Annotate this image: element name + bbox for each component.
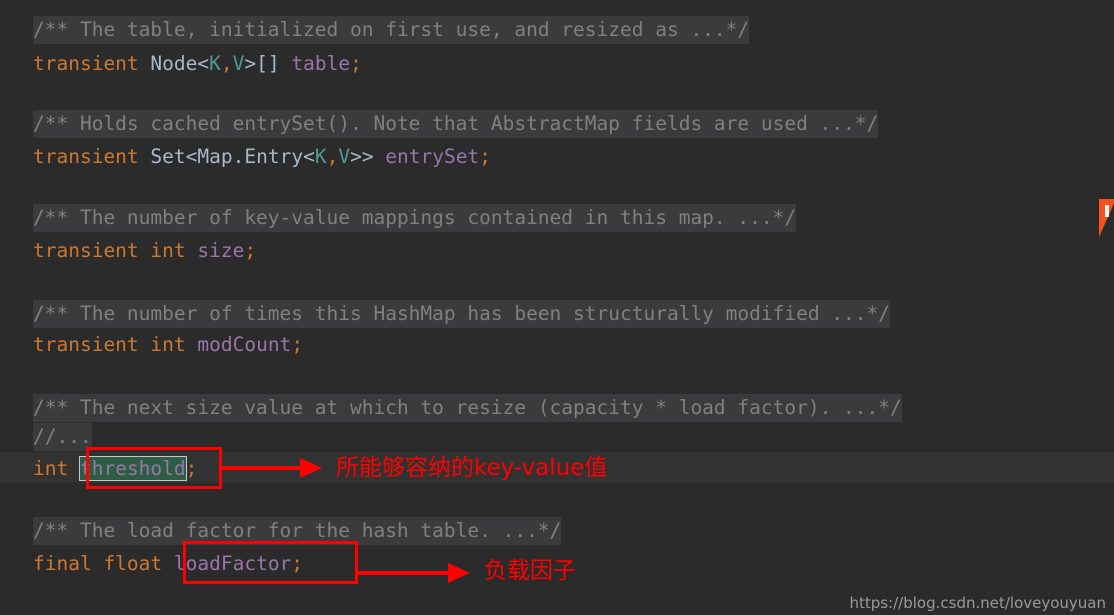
type-node: Node <box>150 52 198 75</box>
annotation-arrow-head-threshold <box>300 458 322 478</box>
keyword-final: final <box>33 552 92 575</box>
comma: , <box>220 52 233 75</box>
angle-open: < <box>197 52 210 75</box>
watermark-url: https://blog.csdn.net/loveyouyuan <box>849 594 1106 612</box>
annotation-arrow-line-threshold <box>222 466 304 470</box>
annotation-box-loadfactor <box>183 541 358 584</box>
code-line-comment-loadfactor[interactable]: /** The load factor for the hash table. … <box>0 515 1114 546</box>
semicolon: ; <box>350 52 362 75</box>
annotation-label-loadfactor: 负载因子 <box>484 558 576 584</box>
annotation-arrow-head-loadfactor <box>448 563 470 583</box>
generic-k: K <box>209 52 221 75</box>
semicolon: ; <box>291 333 304 356</box>
keyword-transient: transient <box>33 52 139 75</box>
folded-comment-chip[interactable]: /** The number of times this HashMap has… <box>33 300 891 328</box>
annotation-arrow-line-loadfactor <box>358 571 452 575</box>
keyword-int: int <box>33 457 69 480</box>
inline-comment[interactable]: //... <box>33 423 92 451</box>
annotation-label-threshold: 所能够容纳的key-value值 <box>336 455 608 481</box>
code-line-comment-entryset[interactable]: /** Holds cached entrySet(). Note that A… <box>0 108 1114 139</box>
type-map-entry: Map.Entry <box>197 145 304 168</box>
keyword-int: int <box>138 239 186 262</box>
keyword-transient: transient <box>33 239 139 262</box>
code-line-comment-table[interactable]: /** The table, initialized on first use,… <box>0 14 1114 45</box>
angle-close: > <box>244 52 257 75</box>
keyword-transient: transient <box>33 145 139 168</box>
angle-open: < <box>185 145 198 168</box>
folded-comment-chip[interactable]: /** The next size value at which to resi… <box>33 394 902 422</box>
code-content[interactable]: /** The table, initialized on first use,… <box>0 0 1114 615</box>
annotation-box-threshold <box>86 447 222 489</box>
generic-v: V <box>338 145 351 168</box>
angle-close: >> <box>350 145 374 168</box>
code-line-field-modcount[interactable]: transient int modCount; <box>0 329 1114 360</box>
code-line-field-size[interactable]: transient int size; <box>0 235 1114 266</box>
code-line-comment-size[interactable]: /** The number of key-value mappings con… <box>0 202 1114 233</box>
semicolon: ; <box>479 145 491 168</box>
generic-k: K <box>314 145 327 168</box>
angle-open-inner: < <box>303 145 315 168</box>
type-set: Set <box>150 145 186 168</box>
code-line-comment-modcount[interactable]: /** The number of times this HashMap has… <box>0 298 1114 329</box>
keyword-int: int <box>138 333 186 356</box>
field-entryset: entrySet <box>373 145 480 168</box>
comma: , <box>326 145 339 168</box>
field-size: size <box>185 239 245 262</box>
code-line-field-table[interactable]: transient Node<K,V>[] table; <box>0 48 1114 79</box>
field-modcount: modCount <box>185 333 292 356</box>
code-editor-screenshot: /** The table, initialized on first use,… <box>0 0 1114 615</box>
keyword-transient: transient <box>33 333 139 356</box>
folded-comment-chip[interactable]: /** The table, initialized on first use,… <box>33 16 750 44</box>
code-line-comment-threshold[interactable]: /** The next size value at which to resi… <box>0 392 1114 423</box>
folded-comment-chip[interactable]: /** Holds cached entrySet(). Note that A… <box>33 110 879 138</box>
keyword-float: float <box>91 552 163 575</box>
code-line-field-entryset[interactable]: transient Set<Map.Entry<K,V>> entrySet; <box>0 141 1114 172</box>
generic-v: V <box>232 52 245 75</box>
folded-comment-chip[interactable]: /** The number of key-value mappings con… <box>33 204 797 232</box>
field-table: table <box>279 52 351 75</box>
edge-marker-notch-icon <box>1105 205 1109 217</box>
semicolon: ; <box>244 239 257 262</box>
array-brackets: [] <box>256 52 280 75</box>
